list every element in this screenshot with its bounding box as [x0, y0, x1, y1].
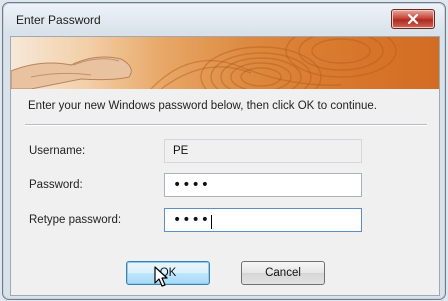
window-title: Enter Password: [16, 13, 101, 27]
password-label: Password:: [29, 179, 83, 191]
cancel-button[interactable]: Cancel: [241, 261, 325, 285]
password-value: ••••: [173, 177, 211, 193]
retype-password-value: ••••: [173, 212, 211, 228]
title-bar[interactable]: Enter Password: [3, 3, 445, 37]
separator: [25, 124, 427, 126]
close-icon: [407, 14, 419, 24]
mouse-pointer-icon: [154, 266, 168, 287]
instruction-text: Enter your new Windows password below, t…: [28, 100, 378, 112]
retype-password-field[interactable]: ••••: [164, 208, 362, 232]
fingerprint-banner: [11, 37, 439, 89]
close-button[interactable]: [391, 9, 435, 29]
ok-button[interactable]: OK: [126, 261, 210, 285]
username-value: PE: [173, 145, 189, 157]
enter-password-dialog: Enter Password Enter your new Windows pa…: [2, 2, 446, 300]
password-field[interactable]: ••••: [164, 173, 362, 197]
dialog-body: Enter your new Windows password below, t…: [10, 36, 440, 296]
retype-password-label: Retype password:: [29, 214, 122, 226]
username-field: PE: [164, 139, 362, 163]
username-label: Username:: [29, 145, 86, 157]
text-caret: [211, 215, 213, 229]
